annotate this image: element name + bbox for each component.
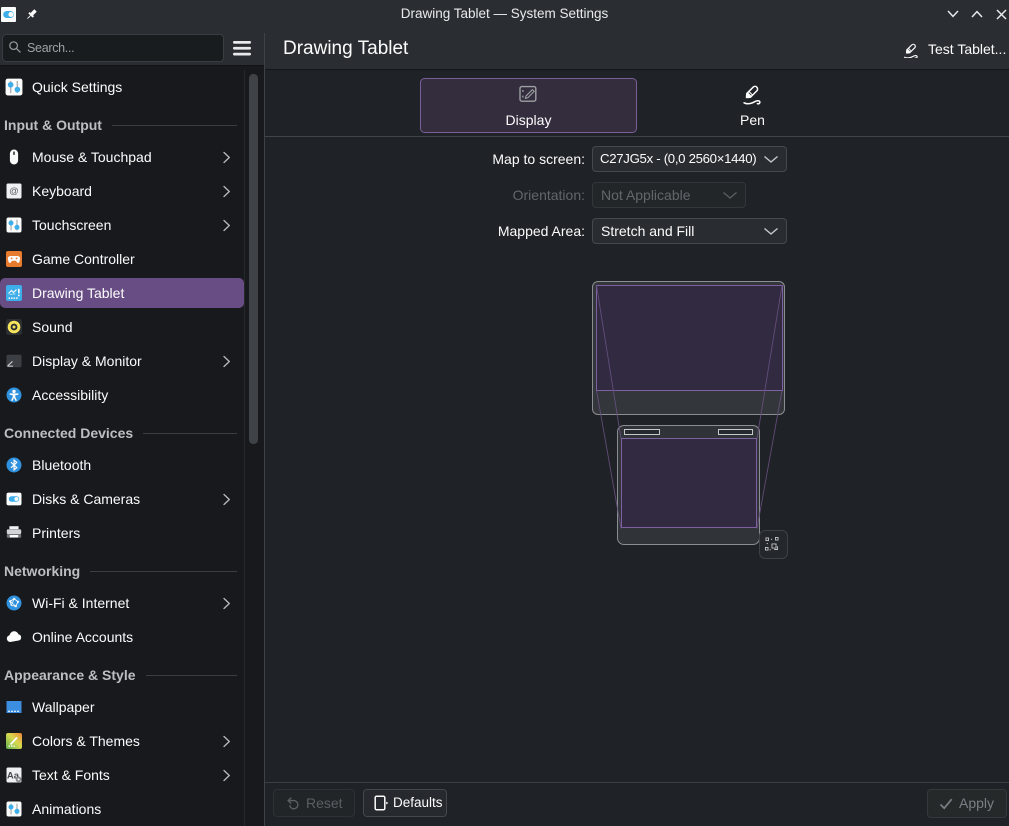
- svg-text:@: @: [9, 186, 19, 197]
